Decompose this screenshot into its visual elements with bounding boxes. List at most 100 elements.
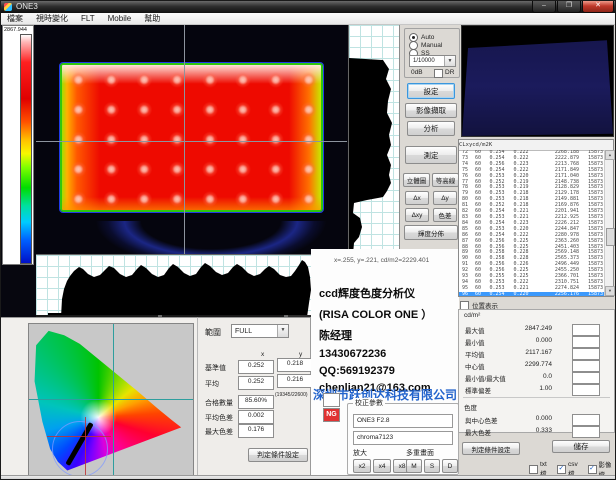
menu-bar: 檔案 視時變化 FLT Mobile 幫助 (1, 13, 616, 25)
unit-label: cd/m² (459, 310, 614, 323)
stat-row: 最小值/最大值 0.0 (459, 371, 614, 383)
table-row[interactable]: 96 60 0.254 0.220 2256.176 15873 (459, 292, 605, 296)
delta-xy-button[interactable]: Δxy (405, 208, 429, 222)
menu-item[interactable]: 視時變化 (36, 13, 68, 24)
cie-diagram[interactable] (28, 323, 194, 477)
camera-preview (461, 25, 614, 137)
watermark-line: ccd辉度色度分析仪 (319, 285, 432, 301)
save-option-checkbox[interactable] (529, 465, 538, 474)
analysis-y-value: 0.216 (277, 374, 313, 388)
zoom-button[interactable]: x4 (373, 459, 391, 473)
col-x-header: x (261, 351, 264, 358)
judge-settings-button-right[interactable]: 判定條件設定 (462, 442, 520, 455)
settings-button[interactable]: 設定 (407, 83, 455, 99)
save-option-checkbox[interactable] (588, 465, 597, 474)
colordiff-button[interactable]: 色差 (433, 208, 457, 222)
calibration-group-label: 校正參數 (353, 398, 385, 408)
delta-y-button[interactable]: Δy (433, 191, 457, 205)
maximize-button[interactable]: ❐ (557, 1, 581, 13)
view3d-button[interactable]: 立體圖 (403, 173, 430, 187)
zoom-button[interactable]: x2 (353, 459, 371, 473)
range-label: 範圍 (205, 327, 221, 338)
delta-x-button[interactable]: Δx (405, 191, 429, 205)
range-select[interactable]: FULL ▼ (231, 324, 289, 338)
avg-judge-box (323, 393, 340, 407)
judge-settings-button[interactable]: 判定條件設定 (248, 448, 308, 462)
chevron-down-icon: ▼ (277, 325, 288, 337)
vertical-profile-shape (349, 25, 400, 254)
title-bar[interactable]: ONE3 – ❐ ✕ (1, 1, 616, 13)
contour-button[interactable]: 等高線 (432, 173, 459, 187)
close-button[interactable]: ✕ (582, 1, 614, 13)
pass-count-value: 85.60% (238, 395, 274, 409)
cursor-readout: x=.255, y=.221, cd/m2=2229.401 (334, 257, 429, 264)
watermark-line: QQ:569192379 (319, 365, 432, 377)
shutter-select[interactable]: 1/10000 ▼ (409, 55, 456, 67)
analysis-row-label: 基準值 (205, 363, 226, 373)
calibration-group: 校正參數 ONE3 F2.8 chroma7123 放大 多重畫面 x2x4x8… (347, 403, 459, 475)
cie-crosshair-horizontal (29, 399, 193, 400)
menu-item[interactable]: Mobile (108, 14, 132, 23)
table-header-cell: cd/m2 (472, 140, 489, 150)
scrollbar-thumb[interactable] (606, 228, 615, 246)
table-scrollbar[interactable]: ▲ ▼ (604, 150, 613, 296)
crosshair-vertical[interactable] (184, 25, 185, 254)
mode-label: Manual (421, 42, 442, 49)
multiview-button[interactable]: S (424, 459, 440, 473)
multiview-button[interactable]: D (442, 459, 458, 473)
analysis-x-value: 0.252 (238, 360, 274, 374)
chroma-section-label: 色度 (459, 400, 614, 413)
chroma-stat-row: 最大色差 0.333 (459, 425, 614, 437)
dr-checkbox-row[interactable]: DR (434, 69, 454, 78)
heatmap-reflection (91, 221, 331, 254)
cie-marker-vertical (85, 417, 86, 475)
window-title: ONE3 (16, 3, 38, 11)
stat-row: 標準偏差 1.00 (459, 383, 614, 395)
dr-checkbox[interactable] (434, 69, 443, 78)
menu-item[interactable]: 檔案 (7, 13, 23, 24)
save-button[interactable]: 儲存 (552, 440, 610, 453)
gain-label: 0dB (411, 69, 423, 76)
save-option-checkbox[interactable] (557, 465, 566, 474)
avg-colordiff-label: 平均色差 (205, 413, 233, 423)
max-colordiff-label: 最大色差 (205, 427, 233, 437)
luminance-heatmap[interactable] (36, 25, 347, 254)
menu-item[interactable]: FLT (81, 14, 95, 23)
analyze-button[interactable]: 分析 (407, 121, 455, 136)
measurement-table[interactable]: CLxycd/m2K 72 60 0.254 0.222 2268.188 15… (458, 139, 614, 297)
measure-button[interactable]: 測定 (405, 146, 457, 164)
analysis-y-value: 0.218 (277, 358, 313, 372)
cie-panel (1, 317, 197, 480)
chroma-profile-input[interactable]: chroma7123 (353, 431, 453, 445)
analysis-x-value: 0.252 (238, 376, 274, 390)
colorbar-gradient (20, 34, 32, 264)
luminance-colorbar: 2867.944 (2, 25, 34, 265)
capture-button[interactable]: 影像擷取 (405, 103, 457, 118)
lumdist-button[interactable]: 輝度分佈 (404, 225, 458, 240)
scroll-down-icon[interactable]: ▼ (605, 286, 615, 296)
ng-badge: NG (323, 408, 340, 422)
analysis-panel: 範圍 FULL ▼ x y 基準值 0.252 0.218 平均 0.252 0… (197, 317, 311, 480)
camera-mode-group: Auto Manual SS 1/10000 ▼ 0dB DR (404, 28, 460, 78)
menu-item[interactable]: 幫助 (144, 13, 160, 24)
range-value: FULL (235, 328, 252, 335)
col-y-header: y (299, 351, 302, 358)
window-bottom-edge (1, 475, 616, 480)
lens-preset-input[interactable]: ONE3 F2.8 (353, 414, 453, 428)
table-header-cell: K (489, 140, 492, 150)
multiview-button[interactable]: M (406, 459, 422, 473)
watermark-line: (RISA COLOR ONE ） (319, 306, 432, 322)
pass-count-label: 合格數量 (205, 398, 233, 408)
analysis-row-label: 平均 (205, 379, 219, 389)
minimize-button[interactable]: – (532, 1, 556, 13)
vertical-profile-plot (348, 25, 399, 254)
judge-box (572, 384, 600, 396)
dr-label: DR (445, 69, 454, 78)
horizontal-profile-shape (36, 255, 326, 317)
mode-label: Auto (421, 34, 434, 41)
stat-row: 平均值 2117.167 (459, 347, 614, 359)
cie-marker-horizontal (47, 436, 111, 437)
scroll-up-icon[interactable]: ▲ (605, 150, 615, 160)
crosshair-horizontal[interactable] (36, 141, 347, 142)
chevron-down-icon: ▼ (444, 56, 455, 66)
